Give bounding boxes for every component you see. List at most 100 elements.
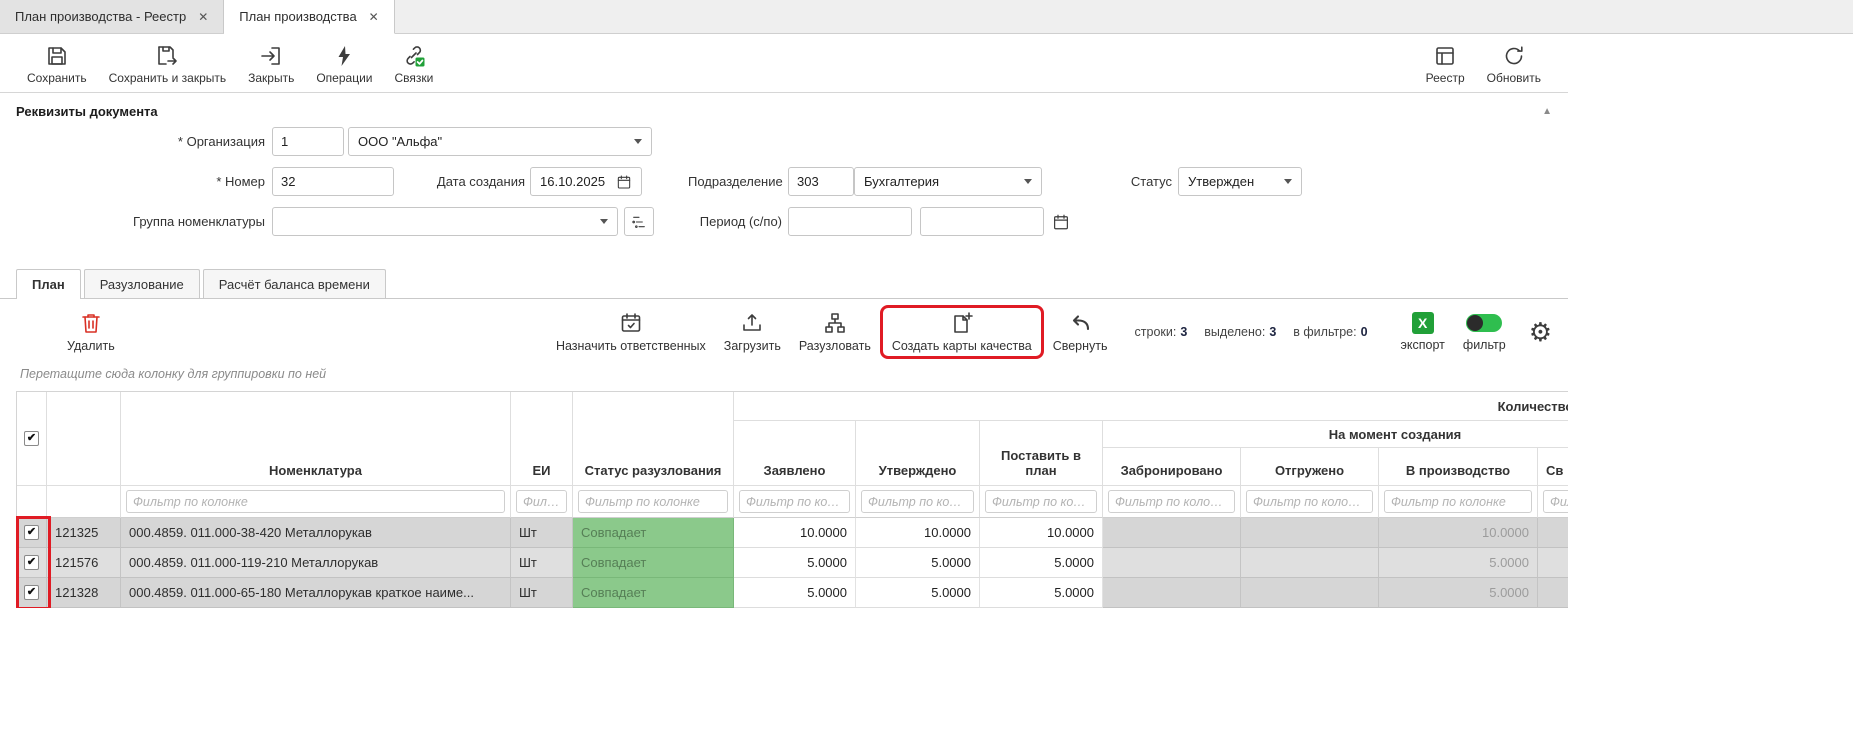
table-row[interactable]: ✔ 121328 000.4859. 011.000-65-180 Металл… xyxy=(17,578,1568,608)
filtered-counter: в фильтре:0 xyxy=(1293,325,1367,339)
collapse-rows-label: Свернуть xyxy=(1053,339,1108,353)
organization-select[interactable]: ООО "Альфа" xyxy=(348,127,652,156)
header-cell-in-production[interactable]: В производство xyxy=(1379,448,1538,486)
grid-header: ✔ Номенклатура ЕИ Статус разузлования Ко… xyxy=(16,391,1568,518)
tab-label: План xyxy=(32,277,65,292)
close-icon[interactable]: ✕ xyxy=(198,11,208,23)
header-cell-approved[interactable]: Утверждено xyxy=(856,421,980,486)
select-all-checkbox[interactable]: ✔ xyxy=(24,431,39,446)
created-date-field[interactable]: 16.10.2025 xyxy=(530,167,642,196)
period-to-field[interactable] xyxy=(920,207,1044,236)
approved-filter-input[interactable] xyxy=(861,490,974,513)
header-cell-to-plan[interactable]: Поставить в план xyxy=(980,421,1103,486)
chevron-down-icon xyxy=(1024,179,1032,184)
save-and-close-button[interactable]: Сохранить и закрыть xyxy=(98,42,237,87)
nomen-group-tree-button[interactable] xyxy=(624,207,654,236)
clipped-filter-input[interactable] xyxy=(1543,490,1568,513)
cell-id: 121325 xyxy=(47,518,121,548)
table-row[interactable]: ✔ 121325 000.4859. 011.000-38-420 Металл… xyxy=(17,518,1568,548)
load-label: Загрузить xyxy=(724,339,781,353)
close-label: Закрыть xyxy=(248,71,294,85)
undo-arrow-icon xyxy=(1068,311,1092,335)
period-from-field[interactable] xyxy=(788,207,912,236)
filter-toggle-switch[interactable] xyxy=(1466,314,1502,332)
division-select[interactable]: Бухгалтерия xyxy=(854,167,1042,196)
filter-cell xyxy=(734,486,856,518)
header-cell-unit[interactable]: ЕИ xyxy=(511,392,573,486)
load-button[interactable]: Загрузить xyxy=(715,308,790,356)
cell-explosion-status: Совпадает xyxy=(573,548,734,578)
tab-plan-registry[interactable]: План производства - Реестр ✕ xyxy=(0,0,224,33)
organization-code-field[interactable] xyxy=(272,127,344,156)
cell-reserved xyxy=(1103,578,1241,608)
header-cell-shipped[interactable]: Отгружено xyxy=(1241,448,1379,486)
close-button[interactable]: Закрыть xyxy=(237,42,305,87)
assign-responsible-button[interactable]: Назначить ответственных xyxy=(547,308,715,356)
status-label: Статус xyxy=(1098,167,1172,196)
cell-reserved xyxy=(1103,518,1241,548)
tab-plan[interactable]: План xyxy=(16,269,81,299)
explode-button[interactable]: Разузловать xyxy=(790,308,880,356)
tab-label: План производства xyxy=(239,9,356,24)
document-plus-icon xyxy=(950,311,974,335)
status-select[interactable]: Утвержден xyxy=(1178,167,1302,196)
tab-plan-document[interactable]: План производства ✕ xyxy=(224,0,394,34)
division-code-field[interactable] xyxy=(788,167,854,196)
header-cell-clipped[interactable]: Св xyxy=(1538,448,1568,486)
reserved-filter-input[interactable] xyxy=(1108,490,1235,513)
status-filter-input[interactable] xyxy=(578,490,728,513)
header-cell-reserved[interactable]: Забронировано xyxy=(1103,448,1241,486)
collapse-section-icon[interactable]: ▲ xyxy=(1542,106,1552,117)
unit-filter-input[interactable] xyxy=(516,490,567,513)
shipped-filter-input[interactable] xyxy=(1246,490,1373,513)
filter-label: фильтр xyxy=(1463,338,1506,352)
links-button[interactable]: Связки xyxy=(383,42,444,87)
tab-explosion[interactable]: Разузлование xyxy=(84,269,200,298)
nomen-group-select[interactable] xyxy=(272,207,618,236)
table-row[interactable]: ✔ 121576 000.4859. 011.000-119-210 Метал… xyxy=(17,548,1568,578)
collapse-rows-button[interactable]: Свернуть xyxy=(1044,308,1117,356)
registry-button[interactable]: Реестр xyxy=(1415,42,1476,87)
settings-gear-icon[interactable]: ⚙ xyxy=(1529,319,1552,345)
save-button[interactable]: Сохранить xyxy=(16,42,98,87)
cell-unit: Шт xyxy=(511,578,573,608)
to-plan-filter-input[interactable] xyxy=(985,490,1097,513)
cell-nomenclature: 000.4859. 011.000-65-180 Металлорукав кр… xyxy=(121,578,511,608)
calendar-icon[interactable] xyxy=(1052,213,1070,231)
tab-label: Расчёт баланса времени xyxy=(219,277,370,292)
save-label: Сохранить xyxy=(27,71,87,85)
division-label: Подразделение xyxy=(688,167,782,196)
tab-time-balance[interactable]: Расчёт баланса времени xyxy=(203,269,386,298)
in-production-filter-input[interactable] xyxy=(1384,490,1532,513)
group-by-hint: Перетащите сюда колонку для группировки … xyxy=(0,361,1568,391)
row-checkbox[interactable]: ✔ xyxy=(24,525,39,540)
nomenclature-filter-input[interactable] xyxy=(126,490,505,513)
header-cell-id[interactable] xyxy=(47,392,121,486)
header-cell-declared[interactable]: Заявлено xyxy=(734,421,856,486)
calendar-icon[interactable] xyxy=(616,174,632,190)
declared-filter-input[interactable] xyxy=(739,490,850,513)
row-checkbox[interactable]: ✔ xyxy=(24,585,39,600)
refresh-label: Обновить xyxy=(1487,71,1541,85)
filter-cell-empty xyxy=(47,486,121,518)
export-label: экспорт xyxy=(1401,338,1445,352)
cell-to-plan: 5.0000 xyxy=(980,548,1103,578)
header-cell-explosion-status[interactable]: Статус разузлования xyxy=(573,392,734,486)
create-quality-cards-button[interactable]: Создать карты качества xyxy=(880,305,1044,359)
chevron-down-icon xyxy=(600,219,608,224)
operations-button[interactable]: Операции xyxy=(305,42,383,87)
cell-to-plan: 5.0000 xyxy=(980,578,1103,608)
cell-in-production: 5.0000 xyxy=(1379,548,1538,578)
filter-toggle-button[interactable]: фильтр xyxy=(1454,309,1515,355)
row-checkbox[interactable]: ✔ xyxy=(24,555,39,570)
hierarchy-icon xyxy=(823,311,847,335)
refresh-button[interactable]: Обновить xyxy=(1476,42,1552,87)
header-cell-nomenclature[interactable]: Номенклатура xyxy=(121,392,511,486)
export-excel-button[interactable]: X экспорт xyxy=(1392,309,1454,355)
filter-cell xyxy=(1379,486,1538,518)
close-icon[interactable]: ✕ xyxy=(369,11,379,23)
delete-button[interactable]: Удалить xyxy=(58,308,124,356)
cell-in-production: 10.0000 xyxy=(1379,518,1538,548)
number-field[interactable] xyxy=(272,167,394,196)
section-title: Реквизиты документа xyxy=(16,104,158,119)
